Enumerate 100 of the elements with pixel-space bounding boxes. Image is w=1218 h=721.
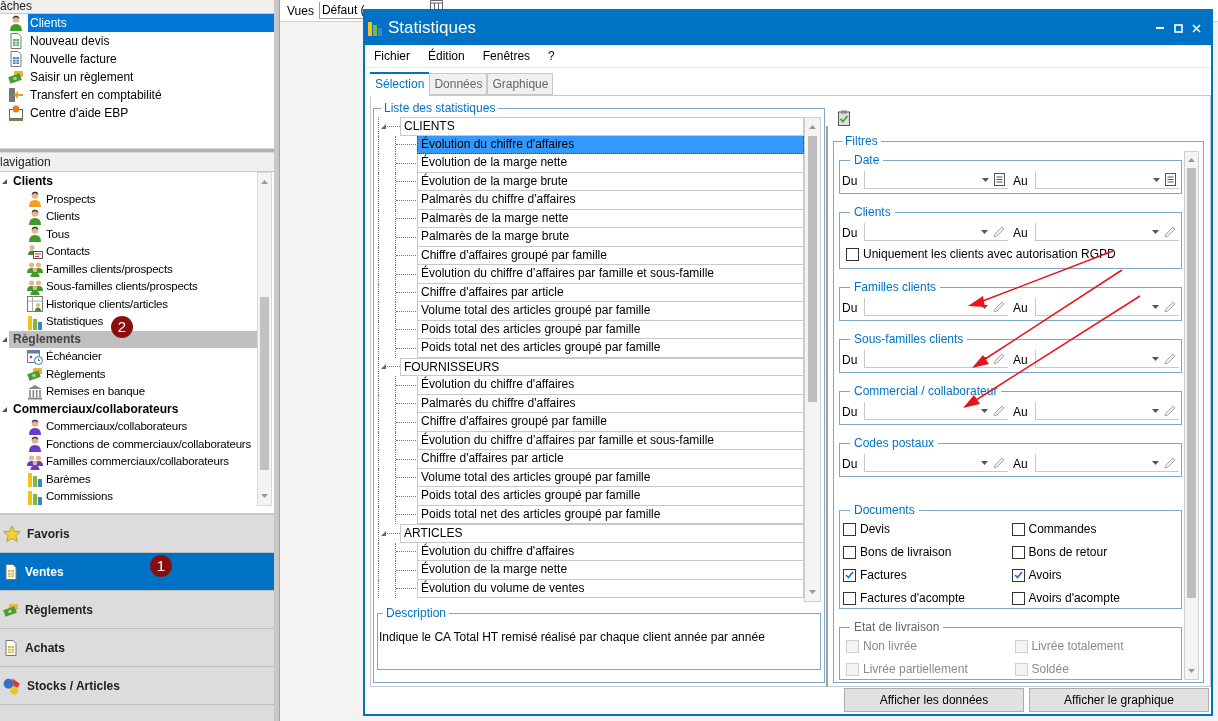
nav-item[interactable]: Fonctions de commerciaux/collaborateurs <box>46 435 252 453</box>
nav-button[interactable]: Favoris <box>0 515 274 553</box>
tree-group-row[interactable]: ARTICLES <box>400 524 804 543</box>
nav-item[interactable]: Familles clients/prospects <box>46 260 173 278</box>
tree-item[interactable]: Évolution du volume de ventes <box>417 579 804 598</box>
nav-button[interactable]: Achats <box>0 629 274 667</box>
nav-item[interactable]: Tous <box>46 225 70 243</box>
checkbox[interactable] <box>843 545 856 559</box>
nav-button[interactable]: Règlements <box>0 591 274 629</box>
task-link[interactable]: Clients <box>28 14 274 32</box>
table-icon[interactable] <box>430 0 443 9</box>
scroll-up-icon[interactable] <box>261 180 268 184</box>
nav-item[interactable]: Commissions <box>46 488 113 506</box>
scroll-up-icon[interactable] <box>809 125 816 129</box>
checkbox-label[interactable]: Commandes <box>1028 520 1097 538</box>
nav-group[interactable]: Clients <box>9 173 257 191</box>
tree-item[interactable]: Palmarès de la marge brute <box>417 228 804 247</box>
menu-item[interactable]: ? <box>541 47 562 65</box>
tab[interactable]: Sélection <box>370 72 430 96</box>
nav-item[interactable]: Remises en banque <box>46 383 145 401</box>
dropdown-arrow-icon[interactable] <box>1153 177 1160 182</box>
menu-item[interactable]: Fichier <box>367 47 417 65</box>
expanded-triangle-icon[interactable] <box>2 336 7 342</box>
menu-item[interactable]: Édition <box>421 47 472 65</box>
tree-item[interactable]: Évolution du chiffre d’affaires par famille et sous-famille <box>417 265 804 284</box>
expanded-triangle-icon[interactable] <box>2 406 7 412</box>
expanded-triangle-icon[interactable] <box>381 364 386 370</box>
expanded-triangle-icon[interactable] <box>381 530 386 536</box>
tree-item[interactable]: Chiffre d'affaires groupé par famille <box>417 246 804 265</box>
nav-item[interactable]: Barèmes <box>46 470 91 488</box>
scrollbar[interactable] <box>257 172 272 506</box>
checkbox-label[interactable]: Avoirs d'acompte <box>1028 589 1120 607</box>
dropdown-field[interactable] <box>1035 298 1179 316</box>
dropdown-field[interactable] <box>1035 454 1179 472</box>
dropdown-field[interactable] <box>1035 171 1179 189</box>
action-button[interactable]: Afficher le graphique <box>1029 688 1209 712</box>
checkbox-label[interactable]: Avoirs <box>1028 566 1062 584</box>
checkbox-label[interactable]: Devis <box>860 520 890 538</box>
task-link[interactable]: Nouvelle facture <box>28 50 274 68</box>
nav-item[interactable]: Contacts <box>46 243 90 261</box>
nav-button[interactable]: Stocks / Articles <box>0 667 274 705</box>
checkbox[interactable] <box>843 522 856 536</box>
dropdown-field[interactable] <box>864 454 1008 472</box>
tree-item[interactable]: Chiffre d'affaires groupé par famille <box>417 413 804 432</box>
scrollbar-thumb[interactable] <box>260 297 269 470</box>
tree-item[interactable]: Poids total net des articles groupé par famille <box>417 505 804 524</box>
tree-item[interactable]: Évolution du chiffre d'affaires <box>417 376 804 395</box>
nav-group[interactable]: Commerciaux/collaborateurs <box>9 400 257 418</box>
expanded-triangle-icon[interactable] <box>381 123 386 129</box>
checkbox[interactable] <box>843 591 856 605</box>
tree-item[interactable]: Poids total des articles groupé par famille <box>417 320 804 339</box>
dropdown-arrow-icon[interactable] <box>982 177 989 182</box>
tree-item[interactable]: Évolution de la marge brute <box>417 172 804 191</box>
tree-item[interactable]: Palmarès de la marge nette <box>417 209 804 228</box>
dropdown-arrow-icon[interactable] <box>981 460 988 465</box>
tree-item[interactable]: Évolution de la marge nette <box>417 561 804 580</box>
nav-item[interactable]: Historique clients/articles <box>46 295 168 313</box>
dropdown-arrow-icon[interactable] <box>1152 356 1159 361</box>
scrollbar[interactable] <box>804 117 821 602</box>
tree-item[interactable]: Poids total des articles groupé par famille <box>417 487 804 506</box>
tree-group-row[interactable]: FOURNISSEURS <box>400 357 804 376</box>
scrollbar-thumb[interactable] <box>1187 168 1196 598</box>
scroll-down-icon[interactable] <box>261 494 268 498</box>
checkbox-label[interactable]: Bons de retour <box>1028 543 1108 561</box>
dropdown-field[interactable] <box>1035 350 1179 368</box>
tree-item[interactable]: Volume total des articles groupé par famille <box>417 302 804 321</box>
nav-item[interactable]: Règlements <box>46 365 106 383</box>
tree-item[interactable]: Chiffre d'affaires par article <box>417 450 804 469</box>
list-icon[interactable] <box>1165 173 1176 186</box>
tree-item[interactable]: Chiffre d'affaires par article <box>417 283 804 302</box>
tree-item[interactable]: Palmarès du chiffre d'affaires <box>417 394 804 413</box>
nav-item[interactable]: Commerciaux/collaborateurs <box>46 418 188 436</box>
pencil-icon[interactable] <box>993 352 1005 365</box>
dropdown-arrow-icon[interactable] <box>1152 408 1159 413</box>
nav-item[interactable]: Échéancier <box>46 348 102 366</box>
dropdown-field[interactable] <box>1035 402 1179 420</box>
expanded-triangle-icon[interactable] <box>2 179 7 185</box>
tree-item[interactable]: Évolution du chiffre d’affaires par famille et sous-famille <box>417 431 804 450</box>
maximize-icon[interactable] <box>1173 23 1183 33</box>
task-link[interactable]: Saisir un règlement <box>28 68 274 86</box>
dropdown-arrow-icon[interactable] <box>1152 460 1159 465</box>
checkbox[interactable] <box>1011 545 1025 559</box>
nav-item[interactable]: Familles commerciaux/collaborateurs <box>46 453 229 471</box>
task-link[interactable]: Transfert en comptabilité <box>28 86 274 104</box>
tree-item[interactable]: Palmarès du chiffre d'affaires <box>417 191 804 210</box>
list-icon[interactable] <box>994 173 1005 186</box>
dropdown-arrow-icon[interactable] <box>981 229 988 234</box>
close-icon[interactable] <box>1191 23 1201 33</box>
tab[interactable]: Graphique <box>487 73 554 95</box>
tree-item[interactable]: Évolution du chiffre d'affaires <box>417 542 804 561</box>
checkbox[interactable] <box>846 247 859 261</box>
dropdown-field[interactable] <box>864 223 1008 241</box>
task-link[interactable]: Nouveau devis <box>28 32 274 50</box>
nav-item[interactable]: Statistiques <box>46 313 104 331</box>
dropdown-arrow-icon[interactable] <box>981 408 988 413</box>
checkbox[interactable] <box>1011 568 1025 582</box>
dropdown-field[interactable] <box>864 171 1008 189</box>
checkbox-label[interactable]: Bons de livraison <box>860 543 952 561</box>
task-link[interactable]: Centre d'aide EBP <box>28 104 274 122</box>
scroll-up-icon[interactable] <box>1188 158 1195 162</box>
